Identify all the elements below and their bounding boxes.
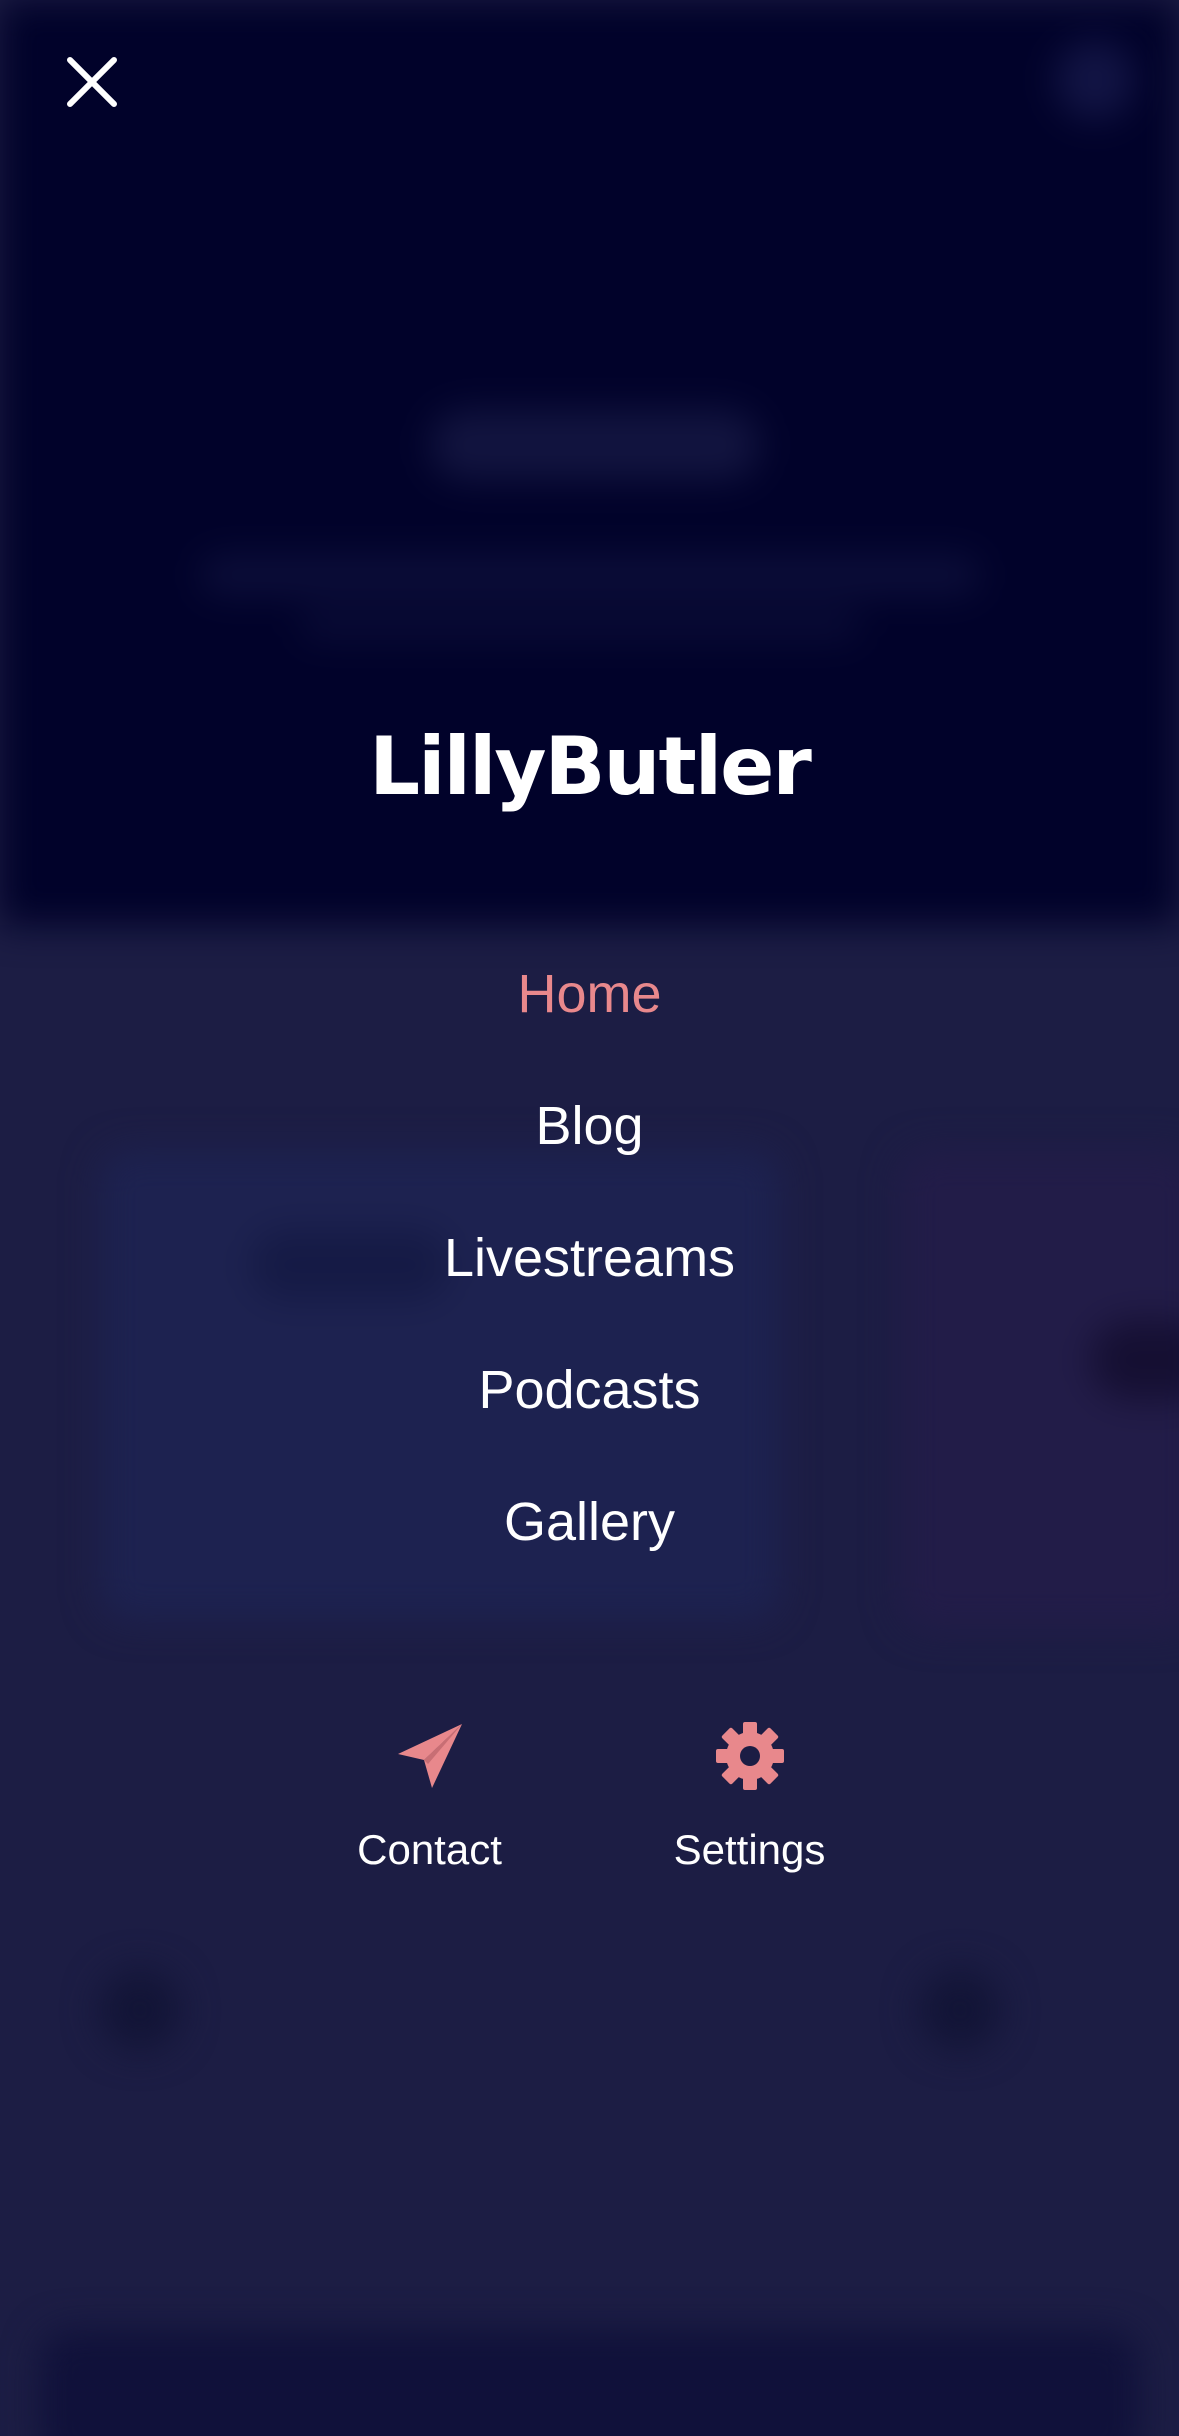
background-subtitle — [200, 555, 980, 595]
background-dot — [100, 1970, 180, 2050]
background-bottom-bar — [40, 2330, 1140, 2436]
close-icon — [67, 57, 117, 107]
contact-label: Contact — [357, 1826, 502, 1873]
nav-item-gallery[interactable]: Gallery — [0, 1478, 1179, 1610]
nav-item-livestreams[interactable]: Livestreams — [0, 1214, 1179, 1346]
brand-name[interactable]: LillyButler — [0, 720, 1179, 813]
menu-overlay-page: LillyButler Home Blog Livestreams Podcas… — [0, 0, 1179, 2436]
nav-item-home[interactable]: Home — [0, 950, 1179, 1082]
nav-item-blog[interactable]: Blog — [0, 1082, 1179, 1214]
background-subtitle-line — [300, 610, 860, 640]
background-title — [430, 410, 760, 480]
contact-button[interactable]: Contact — [330, 1720, 530, 1874]
paper-plane-icon — [397, 1724, 462, 1788]
background-dot — [920, 1970, 1000, 2050]
settings-button[interactable]: Settings — [650, 1720, 850, 1874]
nav-item-podcasts[interactable]: Podcasts — [0, 1346, 1179, 1478]
background-avatar — [1055, 40, 1135, 120]
gear-icon — [715, 1722, 784, 1790]
settings-label: Settings — [673, 1826, 826, 1873]
close-button[interactable] — [60, 50, 124, 114]
menu-actions: Contact Settings — [0, 1720, 1179, 1874]
main-nav: Home Blog Livestreams Podcasts Gallery — [0, 950, 1179, 1610]
